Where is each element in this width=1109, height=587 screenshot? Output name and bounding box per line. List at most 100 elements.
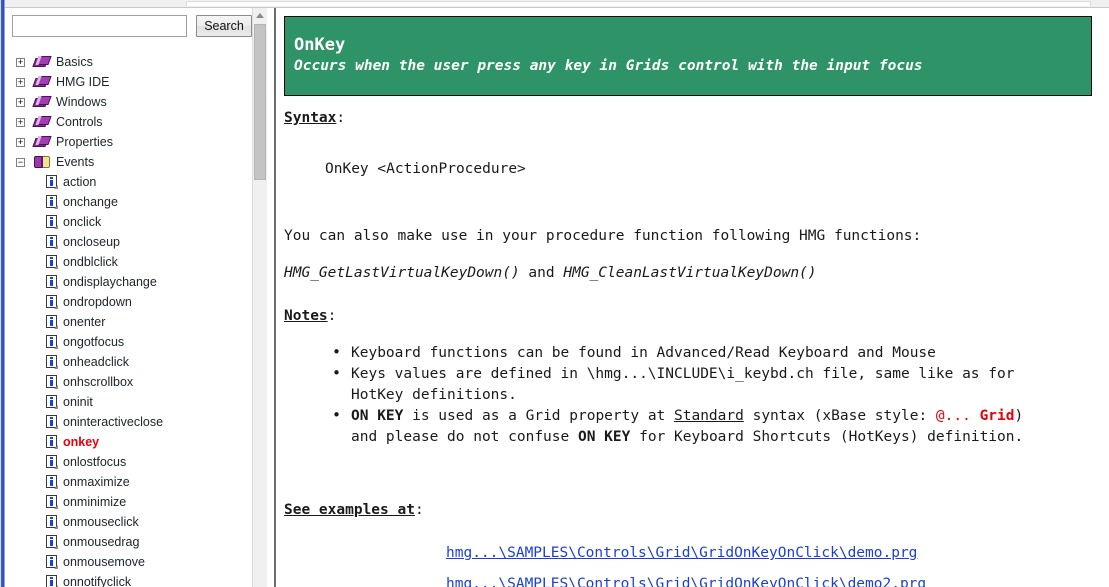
tree-item-oninteractiveclose[interactable]: oninteractiveclose bbox=[5, 412, 250, 432]
tree-item-label: onmouseclick bbox=[63, 515, 139, 529]
pane-splitter[interactable] bbox=[267, 8, 276, 587]
tree-item-label: ondropdown bbox=[63, 295, 132, 309]
note-3-text-d: and please do not confuse bbox=[351, 429, 578, 445]
tree-item-onheadclick[interactable]: onheadclick bbox=[5, 352, 250, 372]
search-button[interactable]: Search bbox=[196, 15, 252, 37]
tree-item-onmousemove[interactable]: onmousemove bbox=[5, 552, 250, 572]
tree-item-ondblclick[interactable]: ondblclick bbox=[5, 252, 250, 272]
note-3-onkey-keyword-2: ON KEY bbox=[577, 429, 631, 445]
topic-banner: OnKey Occurs when the user press any key… bbox=[284, 16, 1092, 96]
tree-branch-label: Basics bbox=[56, 55, 93, 69]
tree-item-ongotfocus[interactable]: ongotfocus bbox=[5, 332, 250, 352]
note-item-key-values: Keys values are defined in \hmg...\INCLU… bbox=[332, 363, 1104, 406]
note-item-keyboard-functions: Keyboard functions can be found in Advan… bbox=[332, 342, 1104, 364]
tree-item-label: oncloseup bbox=[63, 235, 120, 249]
tree-item-ondisplaychange[interactable]: ondisplaychange bbox=[5, 272, 250, 292]
open-book-icon bbox=[34, 155, 51, 169]
document-info-icon bbox=[46, 175, 58, 189]
navigation-scrollbar[interactable] bbox=[252, 8, 267, 587]
syntax-code: OnKey <ActionProcedure> bbox=[325, 161, 526, 177]
tree-item-onnotifyclick[interactable]: onnotifyclick bbox=[5, 572, 250, 587]
tree-item-onmaximize[interactable]: onmaximize bbox=[5, 472, 250, 492]
tree-item-onclick[interactable]: onclick bbox=[5, 212, 250, 232]
tree-branch-windows[interactable]: + Windows bbox=[5, 92, 250, 112]
document-info-icon bbox=[46, 515, 58, 529]
scroll-up-button[interactable] bbox=[253, 8, 267, 23]
tree-item-onminimize[interactable]: onminimize bbox=[5, 492, 250, 512]
note-3-text-c: ) bbox=[1014, 408, 1024, 424]
tree-item-oncloseup[interactable]: oncloseup bbox=[5, 232, 250, 252]
tree-branch-hmg-ide[interactable]: + HMG IDE bbox=[5, 72, 250, 92]
example-link-demo[interactable]: hmg...\SAMPLES\Controls\Grid\GridOnKeyOn… bbox=[446, 545, 917, 561]
search-row: Search bbox=[12, 15, 252, 37]
document-info-icon bbox=[46, 495, 58, 509]
tree-item-onmousedrag[interactable]: onmousedrag bbox=[5, 532, 250, 552]
note-3-standard-link[interactable]: Standard bbox=[674, 408, 744, 424]
document-info-icon bbox=[46, 195, 58, 209]
intro-paragraph: You can also make use in your procedure … bbox=[284, 228, 922, 244]
tree-branch-label: Windows bbox=[56, 95, 107, 109]
topic-subtitle: Occurs when the user press any key in Gr… bbox=[294, 58, 923, 74]
tree-item-label: onchange bbox=[63, 195, 118, 209]
note-item-on-key-property: ON KEY is used as a Grid property at Sta… bbox=[332, 405, 1104, 448]
note-2-line1: Keys values are defined in \hmg...\INCLU… bbox=[351, 366, 1015, 382]
expand-icon[interactable]: + bbox=[16, 97, 25, 107]
tree-branch-basics[interactable]: + Basics bbox=[5, 52, 250, 72]
tree-item-onmouseclick[interactable]: onmouseclick bbox=[5, 512, 250, 532]
tree-item-onenter[interactable]: onenter bbox=[5, 312, 250, 332]
tree-item-label: onmaximize bbox=[63, 475, 130, 489]
note-3-grid-token: Grid bbox=[979, 408, 1015, 424]
note-3-text-e: for Keyboard Shortcuts (HotKeys) definit… bbox=[630, 429, 1024, 445]
document-info-icon bbox=[46, 535, 58, 549]
example-link-demo2[interactable]: hmg...\SAMPLES\Controls\Grid\GridOnKeyOn… bbox=[446, 576, 926, 587]
tree-item-label: onmousemove bbox=[63, 555, 145, 569]
book-icon bbox=[32, 75, 52, 89]
expand-icon[interactable]: + bbox=[16, 137, 25, 147]
tree-item-onlostfocus[interactable]: onlostfocus bbox=[5, 452, 250, 472]
help-viewer-window: Search + Basics + HMG IDE + Windows + Controls +… bbox=[0, 0, 1109, 587]
tree-item-onhscrollbox[interactable]: onhscrollbox bbox=[5, 372, 250, 392]
chevron-up-icon bbox=[256, 13, 264, 18]
tree-item-onkey[interactable]: onkey bbox=[5, 432, 250, 452]
search-input[interactable] bbox=[12, 15, 187, 37]
navigation-tree[interactable]: + Basics + HMG IDE + Windows + Controls + Propert… bbox=[5, 52, 250, 587]
expand-icon[interactable]: + bbox=[16, 77, 25, 87]
syntax-heading-colon: : bbox=[336, 110, 346, 126]
example-link-row-2: hmg...\SAMPLES\Controls\Grid\GridOnKeyOn… bbox=[446, 574, 1104, 587]
tree-item-label: onclick bbox=[63, 215, 102, 229]
collapse-icon[interactable]: − bbox=[16, 157, 25, 167]
expand-icon[interactable]: + bbox=[16, 117, 25, 127]
expand-icon[interactable]: + bbox=[16, 57, 25, 67]
tree-item-oninit[interactable]: oninit bbox=[5, 392, 250, 412]
syntax-heading-row: Syntax: bbox=[284, 108, 1104, 129]
scrollbar-thumb[interactable] bbox=[254, 24, 266, 180]
tree-branch-label: Events bbox=[56, 155, 95, 169]
toolbar-inner-panel bbox=[186, 1, 1091, 6]
document-info-icon bbox=[46, 435, 58, 449]
notes-list: Keyboard functions can be found in Advan… bbox=[284, 342, 1104, 448]
document-info-icon bbox=[46, 295, 58, 309]
function-cleanlastvirtualkeydown: HMG_CleanLastVirtualKeyDown() bbox=[563, 265, 817, 281]
tree-item-label: onenter bbox=[63, 315, 106, 329]
top-toolbar-strip bbox=[0, 0, 1109, 8]
tree-item-ondropdown[interactable]: ondropdown bbox=[5, 292, 250, 312]
tree-item-label: onmousedrag bbox=[63, 535, 140, 549]
document-info-icon bbox=[46, 395, 58, 409]
tree-item-label: oninit bbox=[63, 395, 93, 409]
tree-item-action[interactable]: action bbox=[5, 172, 250, 192]
document-info-icon bbox=[46, 375, 58, 389]
tree-item-onchange[interactable]: onchange bbox=[5, 192, 250, 212]
book-icon bbox=[32, 115, 52, 129]
note-3-at-token: @... bbox=[935, 408, 980, 424]
example-links: hmg...\SAMPLES\Controls\Grid\GridOnKeyOn… bbox=[284, 543, 1104, 587]
tree-branch-controls[interactable]: + Controls bbox=[5, 112, 250, 132]
note-1-text: Keyboard functions can be found in Advan… bbox=[351, 345, 936, 361]
tree-branch-properties[interactable]: + Properties bbox=[5, 132, 250, 152]
tree-branch-label: Properties bbox=[56, 135, 113, 149]
tree-branch-events[interactable]: − Events bbox=[5, 152, 250, 172]
